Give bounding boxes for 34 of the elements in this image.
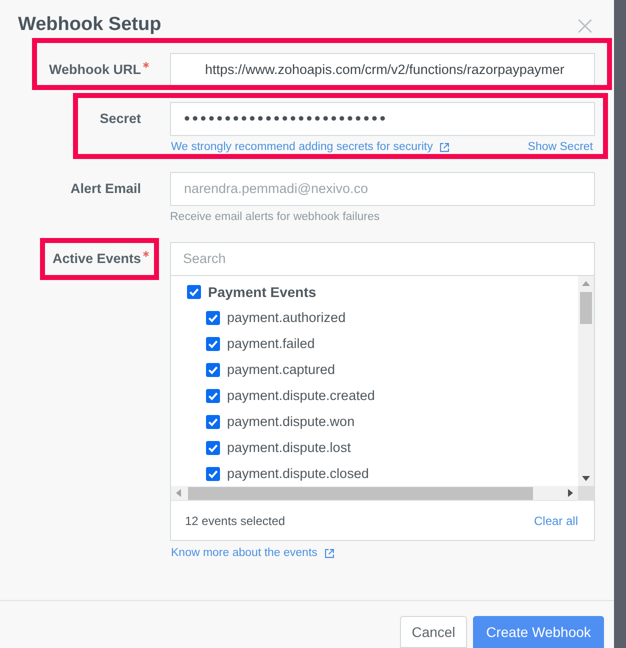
field-label: Secret xyxy=(100,110,141,128)
field-hint: Receive email alerts for webhook failures xyxy=(170,211,381,223)
event-label[interactable]: payment.captured xyxy=(227,360,336,380)
checkbox[interactable] xyxy=(187,285,201,299)
down-triangle-icon[interactable] xyxy=(582,476,590,481)
field-label: Alert Email xyxy=(70,180,141,198)
external-link-icon xyxy=(440,142,449,152)
url-field[interactable]: https://www.zohoapis.com/crm/v2/functions/razorpaypaymer xyxy=(170,53,595,87)
event-label[interactable]: payment.authorized xyxy=(227,308,346,328)
event-label[interactable]: payment.dispute.closed xyxy=(227,464,369,484)
selection-count: 12 events selected xyxy=(185,512,286,530)
vertical-scrollbar[interactable] xyxy=(578,276,594,486)
field-label: Webhook URL xyxy=(49,60,141,79)
event-label[interactable]: payment.dispute.won xyxy=(227,412,355,432)
checkbox[interactable] xyxy=(206,389,220,403)
event-group-label[interactable]: Payment Events xyxy=(208,282,316,302)
secret-field[interactable]: ••••••••••••••••••••••••• xyxy=(170,102,595,136)
checkbox[interactable] xyxy=(206,311,220,325)
dialog-title: Webhook Setup xyxy=(18,13,162,37)
horizontal-scrollbar[interactable] xyxy=(171,486,578,500)
checkbox[interactable] xyxy=(206,441,220,455)
checkbox[interactable] xyxy=(206,337,220,351)
checkbox[interactable] xyxy=(206,467,220,481)
scrollbar-thumb[interactable] xyxy=(188,486,533,500)
event-label[interactable]: payment.dispute.created xyxy=(227,386,375,406)
cancel-button[interactable]: Cancel xyxy=(400,616,467,648)
external-link-icon xyxy=(325,548,334,558)
field-label: Active Events xyxy=(52,250,141,268)
scrollbar-thumb[interactable] xyxy=(580,292,592,324)
checkbox[interactable] xyxy=(206,415,220,429)
checkbox[interactable] xyxy=(206,363,220,377)
right-triangle-icon[interactable] xyxy=(568,489,573,497)
event-label[interactable]: payment.dispute.lost xyxy=(227,438,351,458)
event-label[interactable]: payment.failed xyxy=(227,334,315,354)
